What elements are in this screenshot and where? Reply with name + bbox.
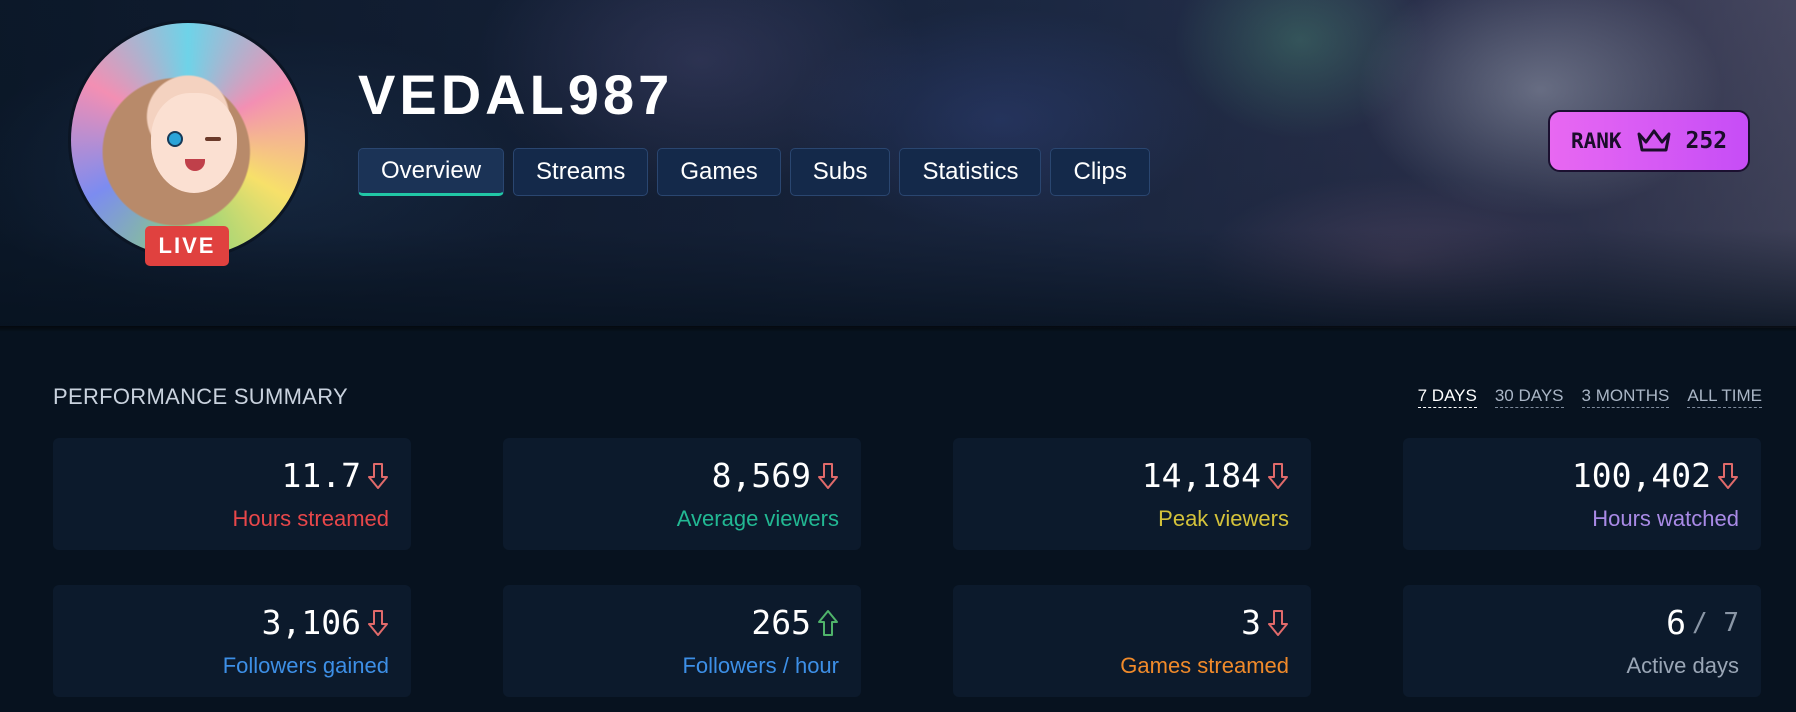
crown-icon [1636,127,1672,155]
stat-value: 6 [1666,603,1687,642]
range-all-time[interactable]: ALL TIME [1687,386,1762,408]
stat-value: 11.7 [281,456,361,495]
avatar-eye-wink [205,137,221,141]
rank-value: 252 [1685,128,1728,154]
stat-label: Games streamed [1120,653,1289,678]
channel-tabs: Overview Streams Games Subs Statistics C… [358,148,1150,196]
banner-shadow [0,326,1796,332]
trend-down-icon [1717,462,1739,490]
range-3-months[interactable]: 3 MONTHS [1581,386,1670,408]
stat-label: Hours watched [1592,506,1739,531]
avatar[interactable] [68,20,308,260]
stat-label: Active days [1626,653,1740,678]
avatar-face [151,93,237,193]
stat-card-followers-per-hour: 265 Followers / hour [503,585,861,697]
trend-down-icon [1267,609,1289,637]
stat-card-followers-gained: 3,106 Followers gained [53,585,411,697]
tab-statistics[interactable]: Statistics [899,148,1042,196]
tab-streams[interactable]: Streams [513,148,649,196]
avatar-mouth [185,159,205,171]
stat-card-average-viewers: 8,569 Average viewers [503,438,861,550]
rank-badge[interactable]: RANK 252 [1548,110,1750,172]
stat-card-peak-viewers: 14,184 Peak viewers [953,438,1311,550]
tab-subs[interactable]: Subs [789,148,891,196]
trend-down-icon [367,609,389,637]
trend-up-icon [817,609,839,637]
trend-down-icon [367,462,389,490]
tab-games[interactable]: Games [657,148,781,196]
stat-value: 3 [1241,603,1261,642]
time-range-selector: 7 DAYS 30 DAYS 3 MONTHS ALL TIME [1417,386,1762,408]
stat-label: Hours streamed [232,506,389,531]
tab-overview[interactable]: Overview [358,148,505,196]
range-30-days[interactable]: 30 DAYS [1494,386,1564,408]
stat-card-hours-streamed: 11.7 Hours streamed [53,438,411,550]
live-badge: LIVE [145,226,229,266]
stat-value: 265 [751,603,811,642]
channel-name: VEDAL987 [358,63,674,126]
avatar-eye [167,131,183,147]
tab-clips[interactable]: Clips [1050,148,1150,196]
range-7-days[interactable]: 7 DAYS [1417,386,1477,408]
rank-label: RANK [1570,129,1622,153]
stat-label: Followers gained [222,653,389,678]
performance-summary-title: PERFORMANCE SUMMARY [53,384,348,409]
stat-label: Peak viewers [1158,506,1289,531]
trend-down-icon [817,462,839,490]
stat-value: 100,402 [1571,456,1711,495]
trend-down-icon [1267,462,1289,490]
stat-label: Followers / hour [682,653,839,678]
stat-card-hours-watched: 100,402 Hours watched [1403,438,1761,550]
stat-label: Average viewers [676,506,839,531]
stat-card-active-days: 6 / 7 Active days [1403,585,1761,697]
stat-value: 8,569 [711,456,811,495]
stat-value-total: / 7 [1692,607,1739,638]
stat-card-games-streamed: 3 Games streamed [953,585,1311,697]
stat-value: 3,106 [261,603,361,642]
stat-value: 14,184 [1141,456,1261,495]
